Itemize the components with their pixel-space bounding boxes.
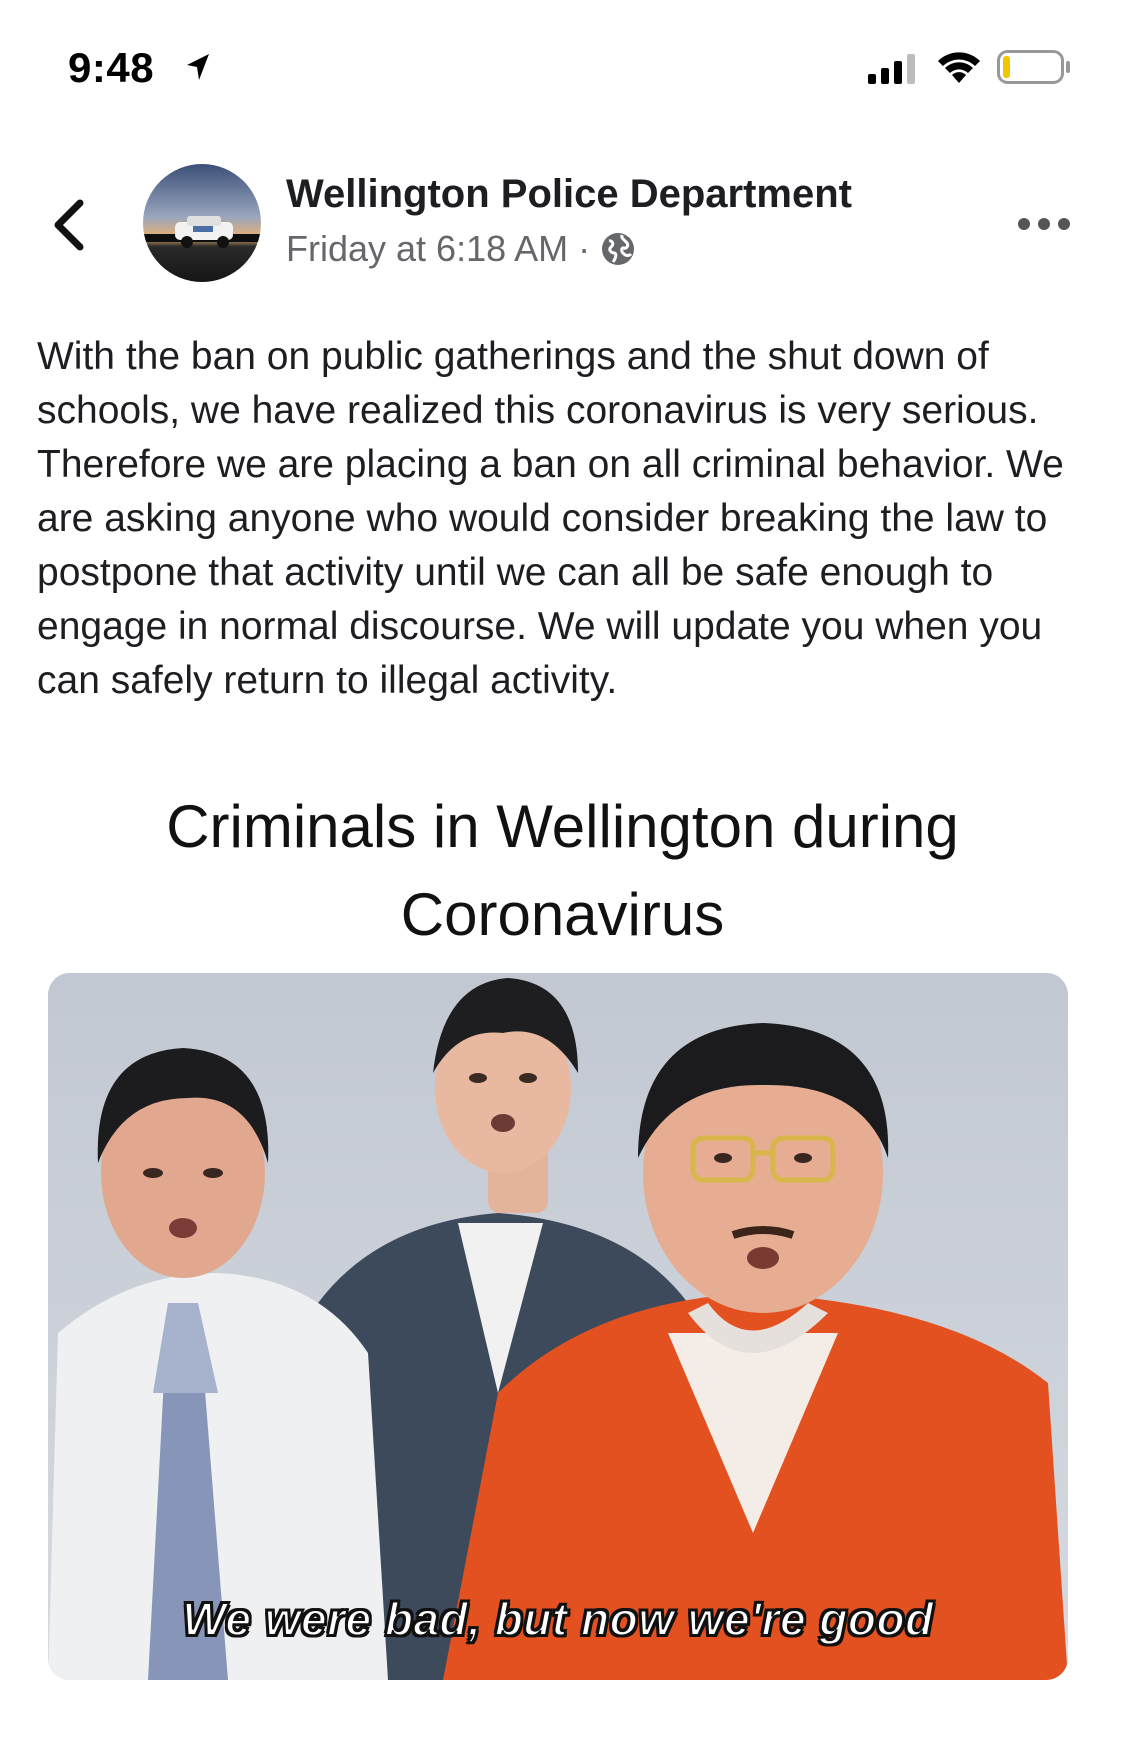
chevron-left-icon[interactable] <box>50 198 86 252</box>
battery-icon <box>997 50 1070 84</box>
meme-illustration <box>48 973 1068 1680</box>
avatar-photo <box>143 164 261 282</box>
post-meta: Friday at 6:18 AM · <box>286 228 636 270</box>
meme-image[interactable]: We were bad, but now we're good <box>48 973 1068 1680</box>
location-arrow-icon <box>187 54 209 80</box>
status-bar: 9:48 <box>0 0 1125 140</box>
more-horizontal-icon[interactable] <box>1017 214 1071 234</box>
post-text: With the ban on public gatherings and th… <box>37 335 1064 702</box>
wifi-icon <box>938 52 980 83</box>
meta-separator: · <box>578 228 591 269</box>
meme-subtitle: We were bad, but now we're good <box>181 1592 934 1646</box>
status-time: 9:48 <box>68 44 155 91</box>
post-timestamp[interactable]: Friday at 6:18 AM <box>286 228 568 270</box>
page-name[interactable]: Wellington Police Department <box>286 172 852 217</box>
avatar[interactable] <box>143 164 261 282</box>
globe-icon <box>602 233 635 265</box>
meme-caption: Criminals in Wellington during Coronavir… <box>166 793 959 948</box>
cellular-signal-icon <box>868 54 915 84</box>
